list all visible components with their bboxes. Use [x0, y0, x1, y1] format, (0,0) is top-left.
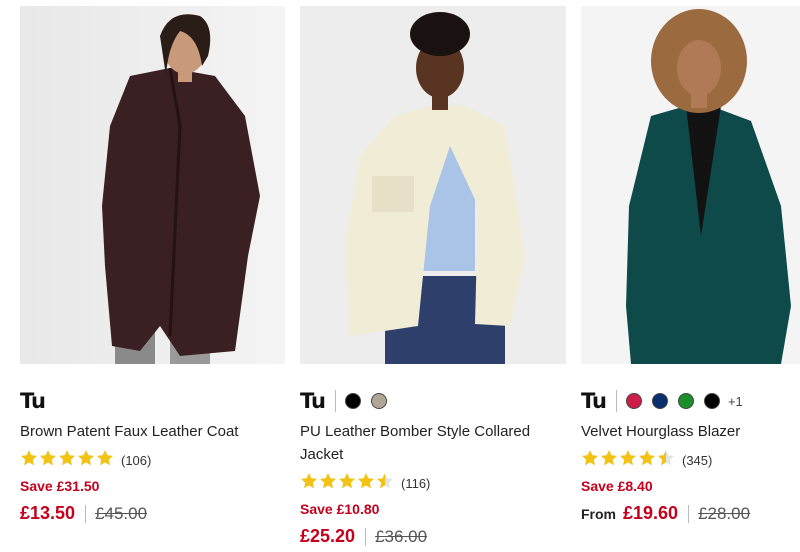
star-icon: [581, 449, 600, 472]
brand-divider: [615, 390, 617, 412]
star-icon: [619, 449, 638, 472]
product-card[interactable]: Tu PU Leather Bomber Style Collared Jack…: [300, 0, 566, 547]
product-title[interactable]: Velvet Hourglass Blazer: [581, 420, 800, 443]
rating-stars: [581, 449, 676, 472]
save-amount: Save £8.40: [581, 478, 653, 494]
colour-swatch-navy[interactable]: [651, 393, 668, 409]
star-icon: [39, 449, 58, 472]
product-card[interactable]: Tu Brown Patent Faux Leather Coat (106) …: [20, 0, 285, 524]
save-amount: Save £31.50: [20, 478, 100, 494]
rating-stars: [20, 449, 115, 472]
current-price: £13.50: [20, 503, 76, 523]
star-icon: [58, 449, 77, 472]
star-icon: [338, 472, 357, 495]
product-image[interactable]: [581, 6, 800, 364]
price-divider: [688, 504, 690, 523]
star-icon: [96, 449, 115, 472]
was-price: £28.00: [698, 503, 751, 523]
price-divider: [365, 527, 367, 546]
star-icon: [357, 472, 376, 495]
colour-swatch-black[interactable]: [703, 393, 720, 409]
brand-row: Tu: [20, 386, 285, 416]
rating: (106): [20, 449, 285, 472]
price-row: £25.20 £36.00: [300, 526, 566, 547]
price-divider: [85, 504, 87, 523]
more-colours-count[interactable]: +1: [728, 394, 743, 409]
rating: (116): [300, 472, 566, 495]
star-icon: [600, 449, 619, 472]
colour-swatch-green[interactable]: [677, 393, 694, 409]
brand-row: Tu: [300, 386, 566, 416]
rating: (345): [581, 449, 800, 472]
rating-stars: [300, 472, 395, 495]
star-icon: [300, 472, 319, 495]
brand-row: Tu +1: [581, 386, 800, 416]
colour-swatch-red[interactable]: [625, 393, 642, 409]
was-price: £45.00: [95, 503, 148, 523]
star-icon: [657, 449, 676, 472]
star-icon: [376, 472, 395, 495]
product-title[interactable]: PU Leather Bomber Style Collared Jacket: [300, 420, 566, 466]
product-title[interactable]: Brown Patent Faux Leather Coat: [20, 420, 285, 443]
price-prefix: From: [581, 505, 616, 522]
star-icon: [20, 449, 39, 472]
product-image[interactable]: [20, 6, 285, 364]
current-price: £25.20: [300, 526, 356, 546]
price-row: From £19.60 £28.00: [581, 503, 800, 524]
colour-swatch-black[interactable]: [344, 393, 361, 409]
brand-logo: Tu: [20, 389, 46, 413]
price-row: £13.50 £45.00: [20, 503, 285, 524]
product-image[interactable]: [300, 6, 566, 364]
review-count: (345): [682, 452, 713, 468]
star-icon: [319, 472, 338, 495]
star-icon: [77, 449, 96, 472]
review-count: (116): [401, 475, 431, 491]
was-price: £36.00: [375, 526, 428, 546]
save-amount: Save £10.80: [300, 501, 380, 517]
brand-divider: [334, 390, 336, 412]
brand-logo: Tu: [581, 389, 607, 413]
colour-swatch-stone[interactable]: [370, 393, 387, 409]
current-price: £19.60: [623, 503, 679, 523]
review-count: (106): [121, 452, 152, 468]
product-card[interactable]: Tu +1 Velvet Hourglass Blazer (345) Save…: [581, 0, 800, 524]
star-icon: [638, 449, 657, 472]
brand-logo: Tu: [300, 389, 326, 413]
